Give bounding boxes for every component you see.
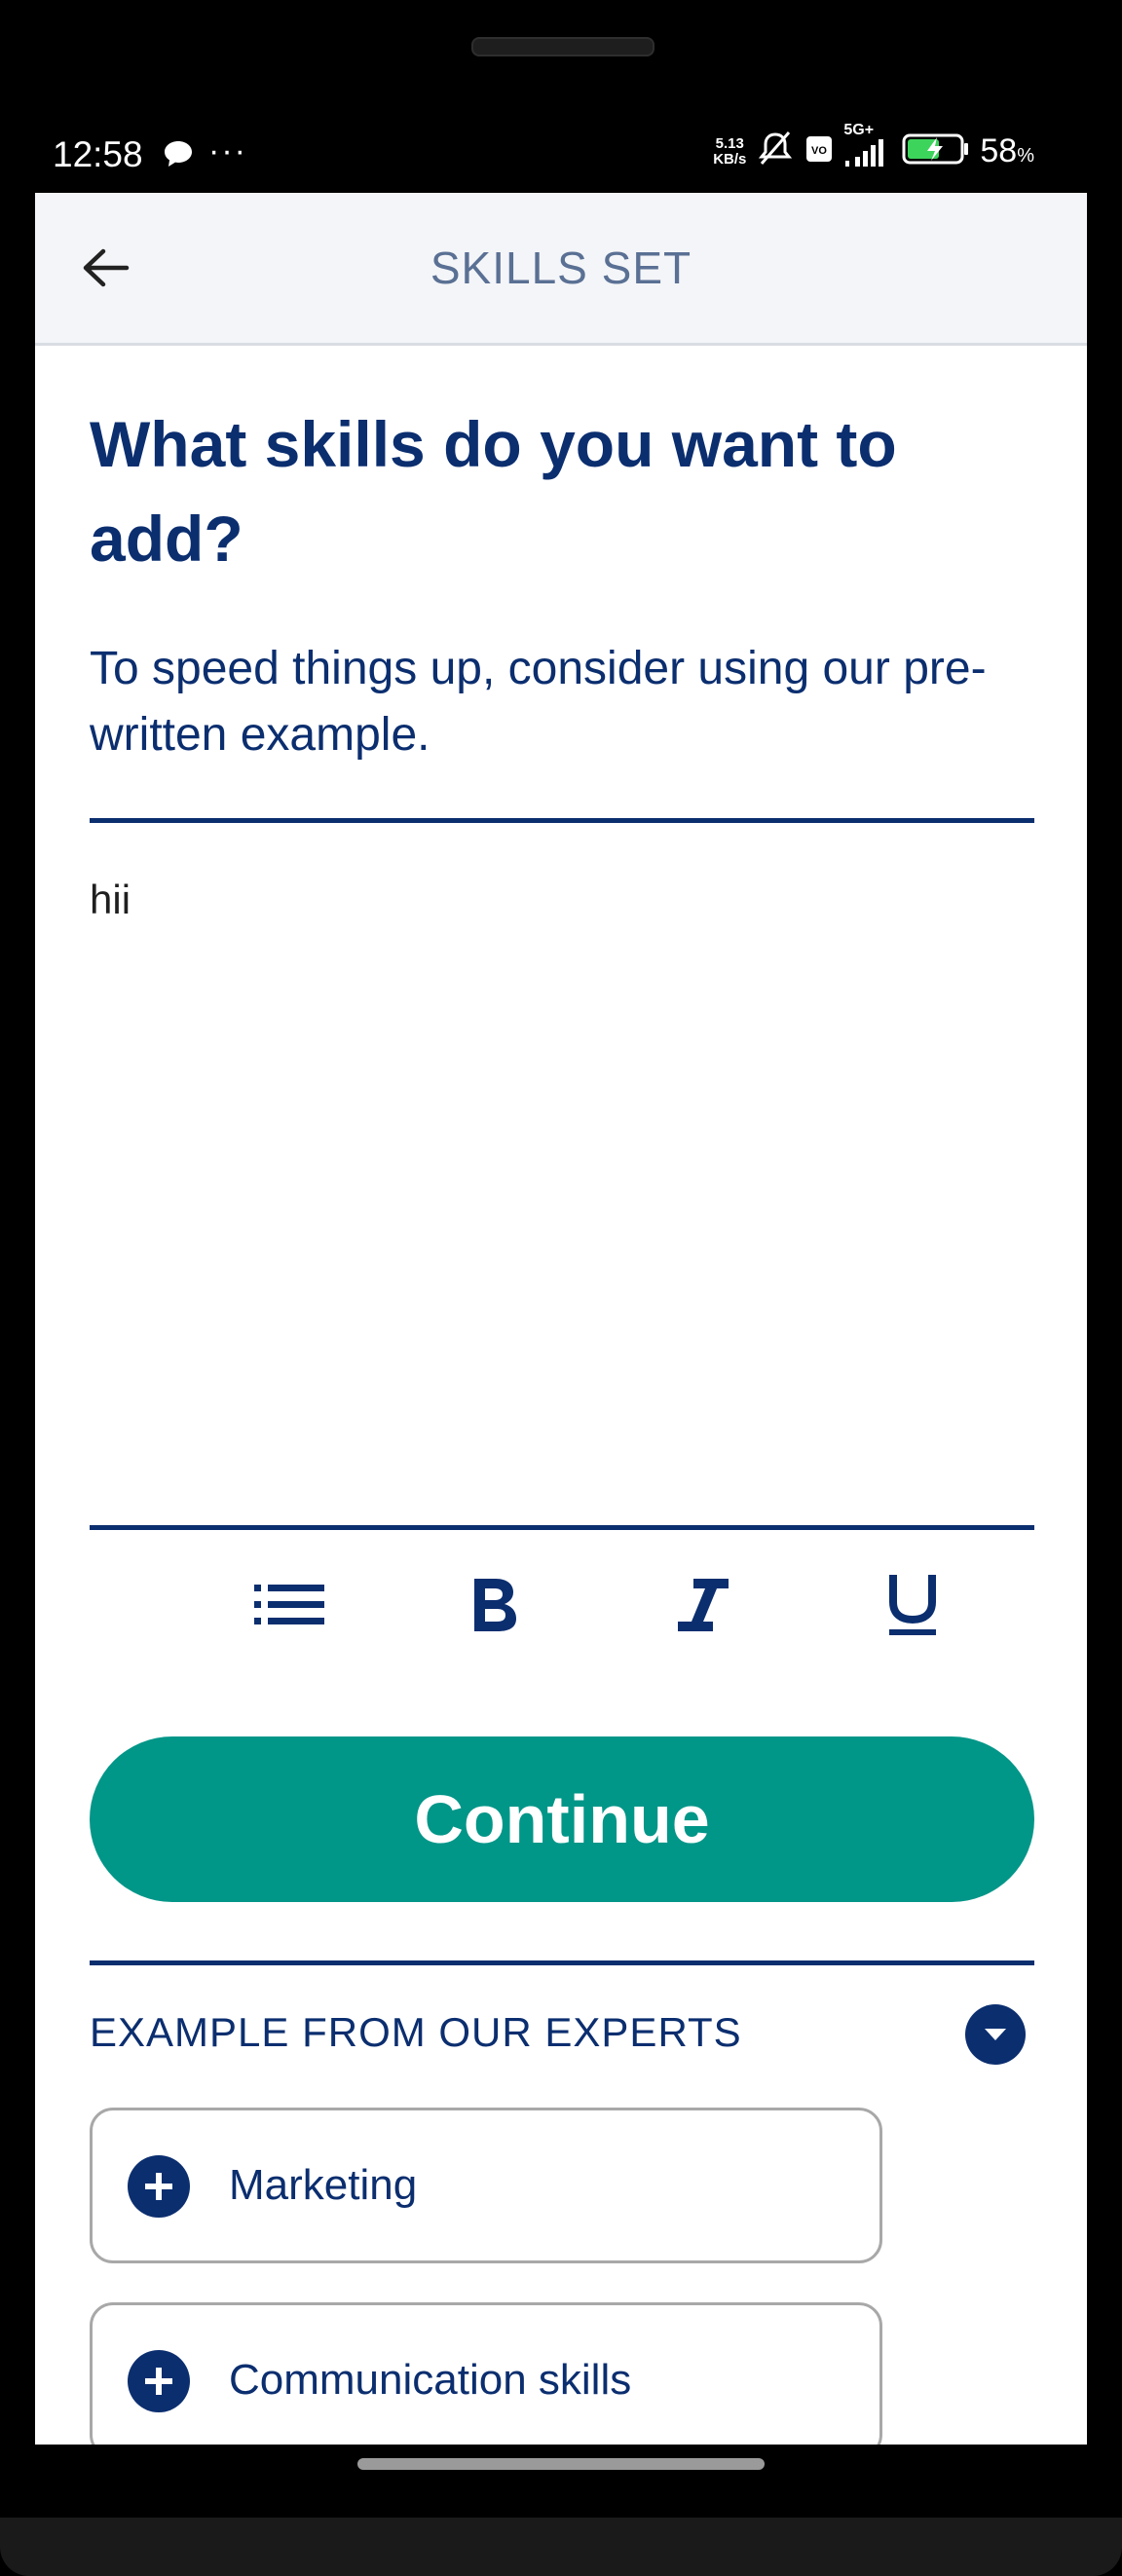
mute-icon bbox=[756, 131, 795, 172]
example-chip-label: Communication skills bbox=[229, 2356, 632, 2404]
status-bar: 12:58 ··· 5.13 KB/s VO 5G+ 58% bbox=[0, 115, 1122, 193]
bottom-bezel bbox=[0, 2518, 1122, 2576]
network-speed-value: 5.13 bbox=[715, 134, 744, 152]
example-chip-communication-skills[interactable]: Communication skills bbox=[90, 2302, 882, 2445]
caret-down-icon bbox=[985, 2029, 1006, 2040]
network-speed: 5.13 KB/s bbox=[713, 134, 747, 168]
status-right-group: 5.13 KB/s VO 5G+ 58% bbox=[713, 122, 1034, 172]
section-subtext: To speed things up, consider using our p… bbox=[90, 643, 987, 761]
network-speed-unit: KB/s bbox=[713, 150, 747, 168]
volte-icon: VO bbox=[804, 134, 834, 168]
underline-icon bbox=[889, 1575, 936, 1635]
italic-icon bbox=[678, 1579, 729, 1631]
bold-button[interactable] bbox=[450, 1561, 538, 1649]
italic-button[interactable] bbox=[659, 1561, 747, 1649]
status-time: 12:58 bbox=[53, 134, 143, 174]
examples-divider bbox=[90, 1960, 1034, 1965]
battery-icon bbox=[902, 131, 970, 171]
editor-top-border bbox=[90, 818, 1034, 823]
example-chip-label: Marketing bbox=[229, 2161, 418, 2209]
add-icon bbox=[128, 2350, 190, 2412]
home-indicator[interactable] bbox=[357, 2458, 765, 2470]
underline-button[interactable] bbox=[869, 1561, 956, 1649]
add-icon bbox=[128, 2155, 190, 2218]
more-notifications-icon: ··· bbox=[208, 132, 247, 169]
page-title: SKILLS SET bbox=[430, 243, 692, 293]
editor-bottom-border bbox=[90, 1525, 1034, 1530]
chat-notification-icon bbox=[162, 138, 195, 174]
battery-percent-value: 58 bbox=[980, 132, 1018, 169]
bullet-list-button[interactable] bbox=[245, 1561, 333, 1649]
section-heading: What skills do you want to add? bbox=[90, 408, 897, 575]
network-type: 5G+ bbox=[843, 121, 875, 138]
battery-percent-unit: % bbox=[1017, 145, 1034, 167]
signal-icon: 5G+ bbox=[843, 122, 892, 168]
examples-collapse-toggle[interactable] bbox=[965, 2004, 1026, 2065]
examples-title: EXAMPLE FROM OUR EXPERTS bbox=[90, 2009, 742, 2055]
editor-value: hii bbox=[90, 877, 131, 922]
skills-text-editor[interactable]: hii bbox=[90, 826, 1034, 1519]
earpiece-speaker bbox=[471, 37, 654, 56]
example-chip-marketing[interactable]: Marketing bbox=[90, 2108, 882, 2263]
bold-icon bbox=[474, 1579, 516, 1631]
app-bar: SKILLS SET bbox=[35, 193, 1087, 346]
bullet-list-icon bbox=[254, 1585, 324, 1624]
continue-button[interactable]: Continue bbox=[90, 1736, 1034, 1902]
formatting-toolbar bbox=[90, 1542, 1034, 1678]
svg-text:VO: VO bbox=[811, 145, 827, 157]
app-screen: SKILLS SET What skills do you want to ad… bbox=[35, 193, 1087, 2445]
battery-percent: 58% bbox=[980, 132, 1034, 170]
